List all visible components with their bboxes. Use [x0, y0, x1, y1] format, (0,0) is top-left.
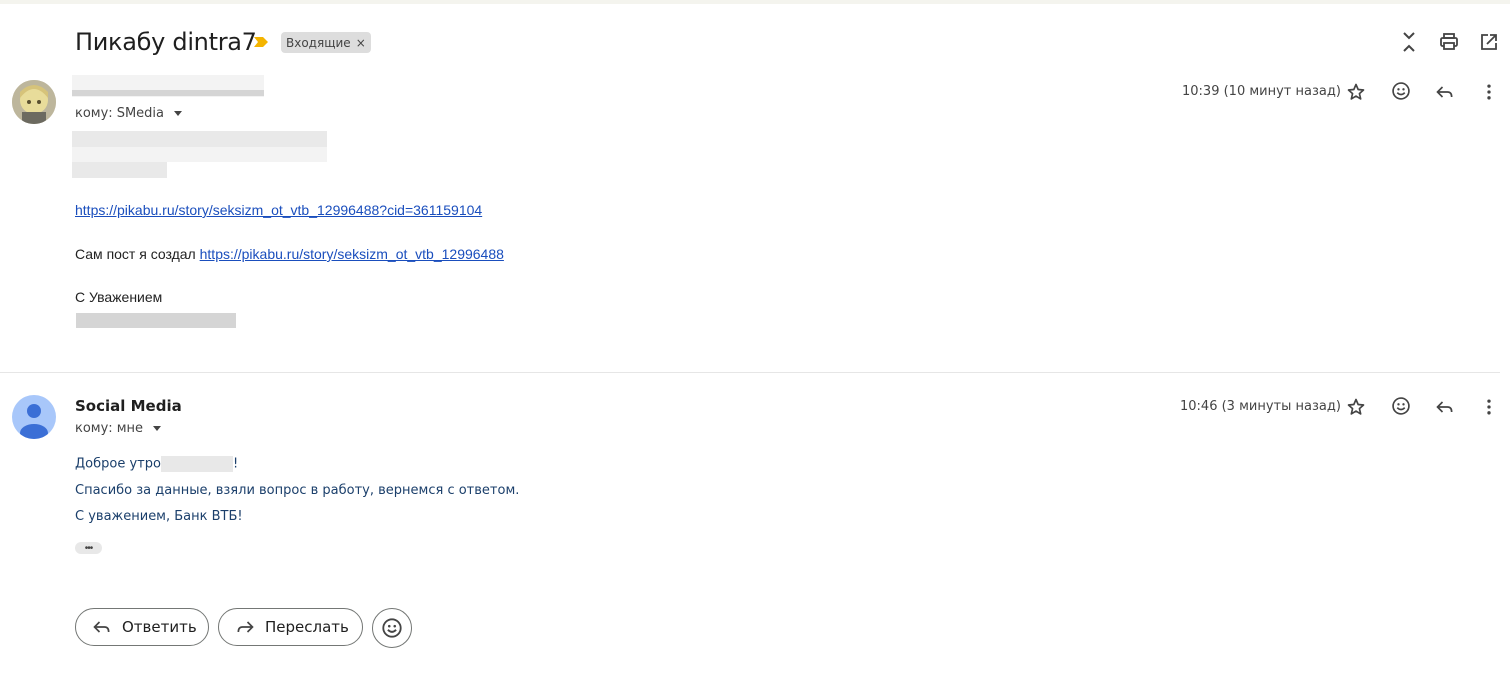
star-button[interactable] — [1344, 80, 1368, 104]
reply-label: Ответить — [122, 618, 197, 636]
remove-label-button[interactable]: × — [356, 36, 366, 50]
label-text: Входящие — [286, 35, 351, 50]
message-time: 10:39 (10 минут назад) — [1182, 84, 1341, 99]
star-icon — [1347, 83, 1365, 100]
redacted-sender-email — [72, 90, 264, 96]
reply-icon — [1436, 401, 1453, 413]
add-reaction-button[interactable] — [372, 608, 412, 648]
more-vert-icon — [1487, 84, 1491, 100]
open-in-new-window-icon — [1481, 34, 1497, 50]
top-strip — [0, 0, 1510, 4]
forward-action-button[interactable]: Переслать — [218, 608, 363, 646]
default-avatar-icon — [20, 404, 48, 439]
recipient-line: кому: мне — [75, 421, 161, 436]
redacted-recipient-name — [160, 456, 233, 472]
reply-icon — [92, 617, 112, 637]
reply-button[interactable] — [1433, 395, 1457, 419]
sender-avatar[interactable] — [12, 395, 56, 439]
forward-icon — [235, 617, 255, 637]
to-prefix: кому: — [75, 106, 113, 121]
reply-icon — [1436, 86, 1453, 98]
message-time: 10:46 (3 минуты назад) — [1180, 399, 1341, 414]
signature-text: С Уважением — [75, 289, 163, 305]
inbox-label-chip: Входящие × — [281, 32, 371, 53]
importance-marker-icon[interactable] — [253, 36, 269, 48]
post-line: Сам пост я создал https://pikabu.ru/stor… — [75, 246, 504, 262]
reply-button[interactable] — [1433, 80, 1457, 104]
avatar-photo — [12, 80, 56, 124]
emoji-icon — [1392, 82, 1410, 100]
sender-avatar[interactable] — [12, 80, 56, 124]
bank-signature: С уважением, Банк ВТБ! — [75, 509, 243, 524]
more-options-button[interactable] — [1477, 80, 1501, 104]
print-icon — [1440, 33, 1458, 50]
redacted-text-line — [72, 162, 167, 178]
message-divider — [0, 372, 1500, 373]
recipient-name: SMedia — [116, 106, 164, 121]
emoji-icon — [382, 618, 402, 638]
recipient-name: мне — [116, 421, 143, 436]
collapse-all-button[interactable] — [1397, 30, 1421, 54]
reply-action-button[interactable]: Ответить — [75, 608, 209, 646]
recipient-details-chevron-down-icon[interactable] — [173, 111, 182, 116]
more-vert-icon — [1487, 399, 1491, 415]
greeting-end: ! — [232, 456, 239, 472]
add-reaction-button[interactable] — [1389, 79, 1413, 103]
story-comment-link[interactable]: https://pikabu.ru/story/seksizm_ot_vtb_1… — [75, 202, 482, 218]
show-trimmed-content-button[interactable]: ••• — [75, 542, 102, 554]
greeting-line: Доброе утро! — [75, 456, 238, 472]
open-in-new-window-button[interactable] — [1477, 30, 1501, 54]
more-options-button[interactable] — [1477, 395, 1501, 419]
thread-subject: Пикабу dintra7 — [75, 28, 257, 56]
story-link-line: https://pikabu.ru/story/seksizm_ot_vtb_1… — [75, 202, 482, 218]
emoji-icon — [1392, 397, 1410, 415]
greeting-text: Доброе утро — [75, 456, 161, 472]
add-reaction-button[interactable] — [1389, 394, 1413, 418]
post-text: Сам пост я создал — [75, 246, 196, 262]
redacted-text-line — [72, 131, 327, 147]
body-line: Спасибо за данные, взяли вопрос в работу… — [75, 483, 520, 498]
recipient-line: кому: SMedia — [75, 106, 182, 121]
story-post-link[interactable]: https://pikabu.ru/story/seksizm_ot_vtb_1… — [200, 246, 504, 262]
forward-label: Переслать — [265, 618, 349, 636]
redacted-signature-name — [76, 313, 236, 328]
star-button[interactable] — [1344, 395, 1368, 419]
star-icon — [1347, 398, 1365, 415]
redacted-text-line — [72, 147, 327, 162]
collapse-all-icon — [1403, 32, 1415, 52]
recipient-details-chevron-down-icon[interactable] — [153, 426, 161, 431]
to-prefix: кому: — [75, 421, 113, 436]
sender-name: Social Media — [75, 397, 182, 415]
print-button[interactable] — [1437, 30, 1461, 54]
